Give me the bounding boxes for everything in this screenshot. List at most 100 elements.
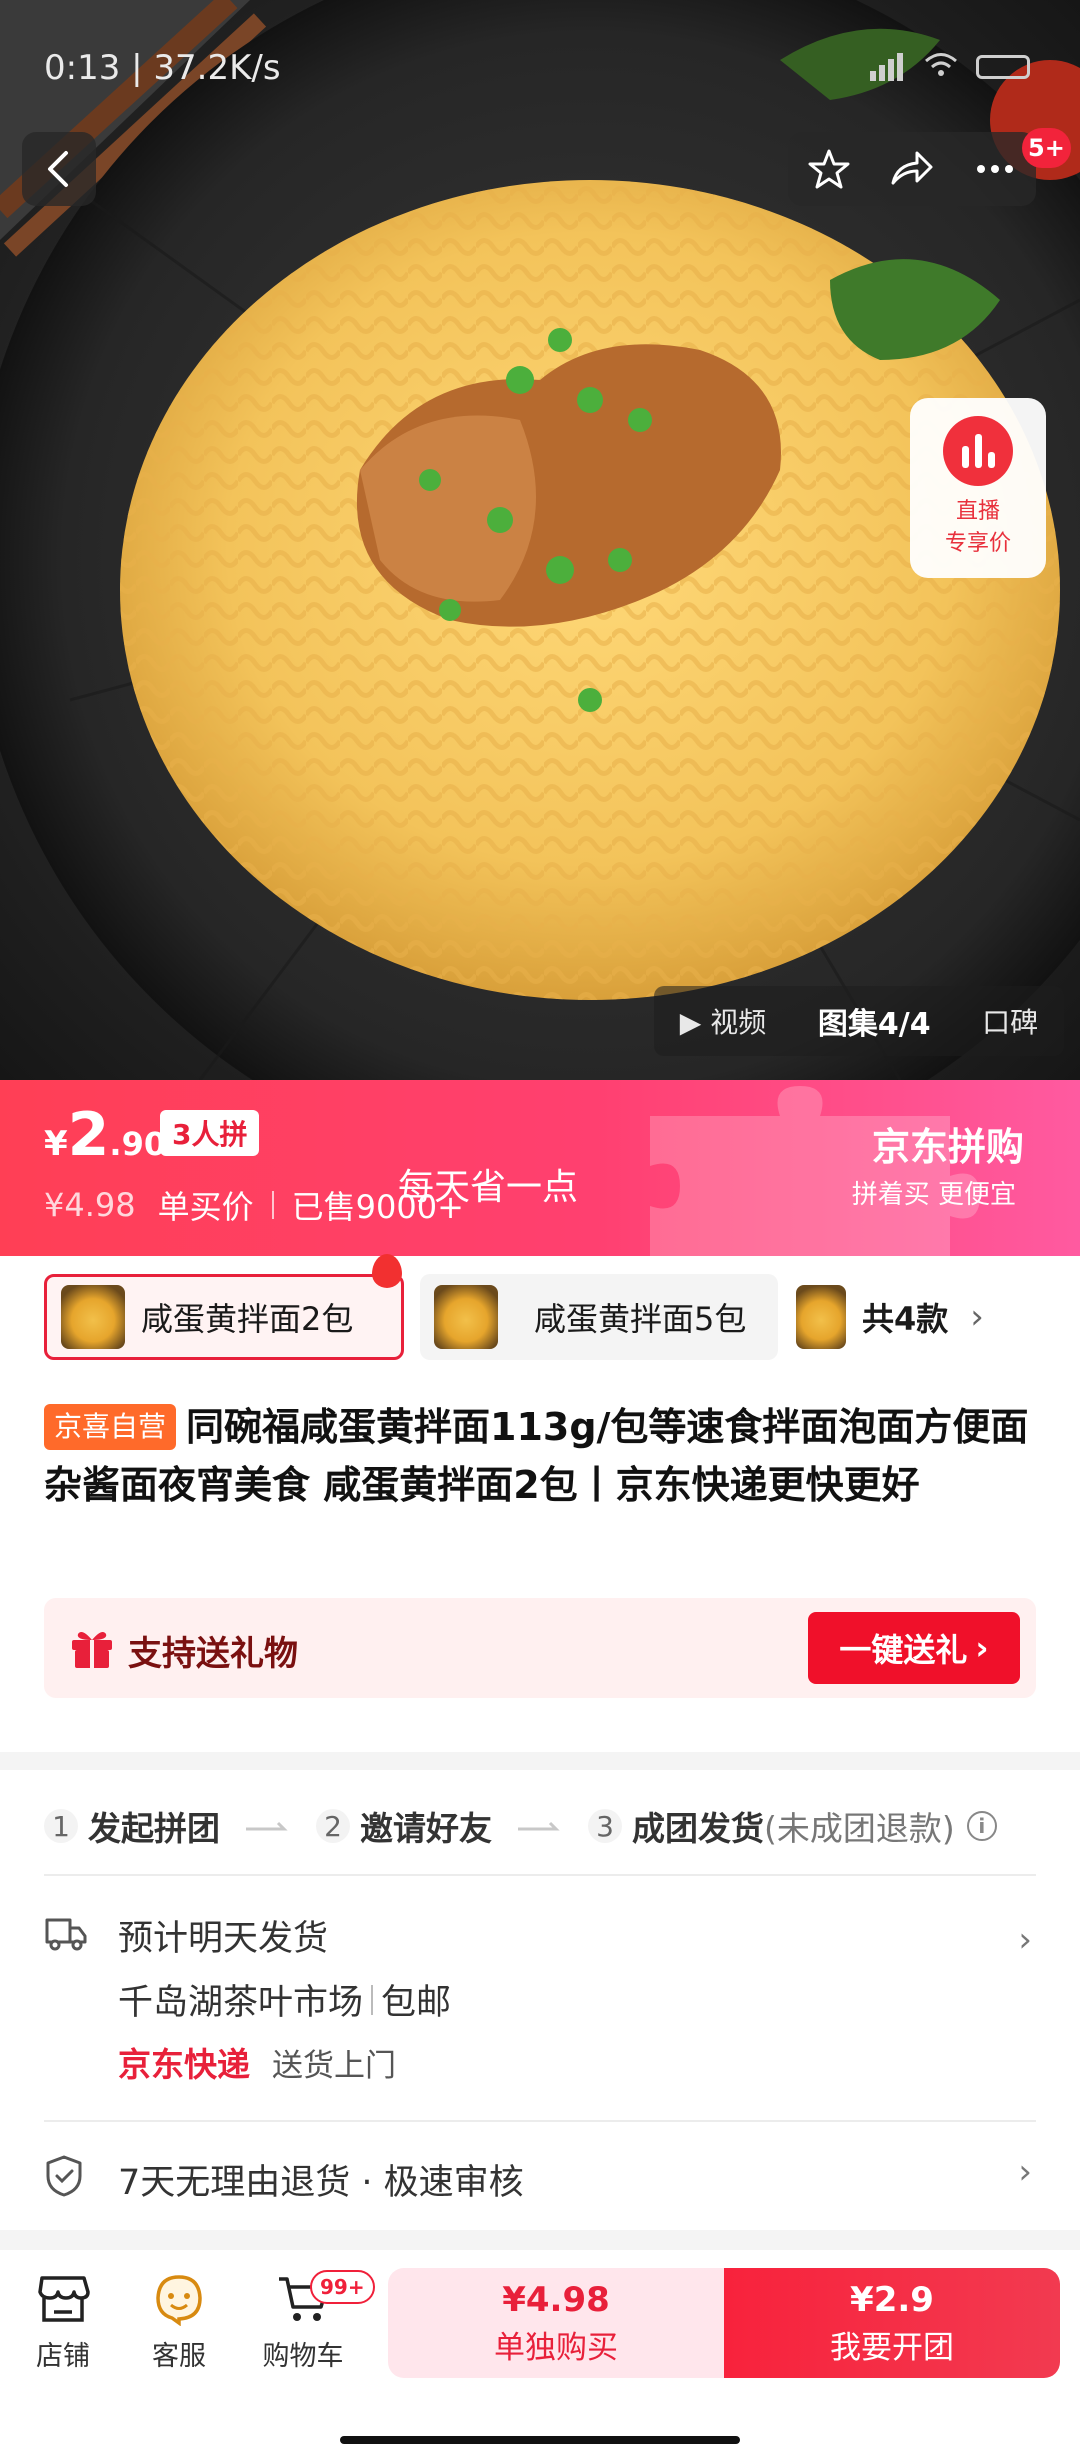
- bottom-action-bar: 店铺 客服 购物车 99+ ¥4.98 单独购买 ¥2.9 我要开团: [0, 2250, 1080, 2460]
- variant-label: 咸蛋黄拌面2包: [141, 1300, 354, 1338]
- live-icon: [943, 416, 1013, 486]
- customer-service-icon: [156, 2275, 202, 2326]
- group-buy-price: ¥2.9: [850, 2279, 934, 2320]
- play-icon: ▶: [679, 1006, 702, 1039]
- tab-video-label: 视频: [710, 1006, 767, 1039]
- section-separator: [0, 1752, 1080, 1770]
- step-number: 2: [316, 1809, 350, 1843]
- store-icon: [38, 2276, 90, 2322]
- step-start-group: 发起拼团: [88, 1809, 220, 1848]
- price-decimal: .90: [109, 1125, 167, 1163]
- gift-label: 支持送礼物: [128, 1634, 298, 1674]
- variant-thumbnail: [796, 1285, 846, 1349]
- tab-video[interactable]: ▶ 视频: [680, 1001, 766, 1041]
- chevron-right-icon: ›: [1018, 1920, 1032, 1960]
- variant-total: 共4款: [862, 1300, 949, 1338]
- arrow-right-icon: [518, 1821, 560, 1831]
- ship-origin: 千岛湖茶叶市场: [118, 1983, 364, 2023]
- cart-count-badge: 99+: [310, 2270, 375, 2304]
- back-button[interactable]: [22, 132, 96, 206]
- returns-text: 7天无理由退货 · 极速审核: [118, 2163, 524, 2203]
- buy-alone-label: 单独购买: [494, 2329, 618, 2366]
- store-label: 店铺: [36, 2341, 90, 2372]
- step-ship: 成团发货: [632, 1809, 764, 1848]
- product-detail-page: 0:13 | 37.2K/s 5+ 直播 专享价 ▶ 视频 图集4/4 口碑 ¥…: [0, 0, 1080, 2460]
- delivery-eta: 预计明天发货: [118, 1919, 329, 1959]
- variant-thumbnail: [434, 1285, 498, 1349]
- battery-icon: [976, 55, 1030, 79]
- gift-icon: [72, 1632, 112, 1668]
- divider: [44, 2120, 1036, 2122]
- step-number: 1: [44, 1809, 78, 1843]
- price-currency: ¥: [44, 1124, 68, 1164]
- share-button[interactable]: [877, 134, 947, 204]
- variant-label: 咸蛋黄拌面5包: [534, 1300, 747, 1338]
- cart-tab[interactable]: 购物车 99+: [248, 2264, 375, 2373]
- step-invite-friends: 邀请好友: [360, 1809, 492, 1848]
- returns-policy[interactable]: 7天无理由退货 · 极速审核 ›: [44, 2144, 1036, 2208]
- divider: [371, 1984, 374, 2015]
- product-title: 京喜自营 同碗福咸蛋黄拌面113g/包等速食拌面泡面方便面杂酱面夜宵美食 咸蛋黄拌…: [44, 1398, 1034, 1514]
- product-title-text: 同碗福咸蛋黄拌面113g/包等速食拌面泡面方便面杂酱面夜宵美食 咸蛋黄拌面2包丨…: [44, 1405, 1029, 1507]
- tab-reviews[interactable]: 口碑: [982, 1001, 1038, 1041]
- message-badge: 5+: [1022, 128, 1071, 168]
- brand-subtitle: 拼着买 更便宜: [851, 1180, 1016, 1210]
- arrow-right-icon: [246, 1821, 288, 1831]
- group-buy-steps[interactable]: 1 发起拼团 2 邀请好友 3 成团发货 (未成团退款) i: [44, 1790, 1036, 1862]
- store-tab[interactable]: 店铺: [8, 2264, 118, 2373]
- share-icon: [891, 151, 933, 185]
- gift-banner: 支持送礼物 一键送礼 ›: [44, 1598, 1036, 1698]
- info-icon[interactable]: i: [966, 1811, 997, 1841]
- price-integer: 2: [67, 1100, 110, 1170]
- truck-icon: [45, 1918, 87, 1951]
- variant-more-button[interactable]: 共4款 ›: [796, 1274, 1046, 1360]
- single-price: ¥4.98: [44, 1186, 136, 1224]
- chevron-right-icon: ›: [970, 1297, 984, 1337]
- send-gift-button[interactable]: 一键送礼 ›: [808, 1612, 1020, 1684]
- signal-icon: [870, 53, 906, 81]
- divider: [271, 1191, 274, 1219]
- more-button[interactable]: [960, 134, 1030, 204]
- variant-selector: 咸蛋黄拌面2包 咸蛋黄拌面5包 共4款 ›: [0, 1256, 1080, 1366]
- section-separator: [0, 2230, 1080, 2250]
- top-actions: [788, 132, 1036, 206]
- favorite-button[interactable]: [794, 134, 864, 204]
- star-icon: [808, 149, 850, 189]
- more-dots-icon: [976, 165, 1013, 173]
- live-sublabel: 专享价: [944, 531, 1011, 556]
- live-label: 直播: [955, 499, 1000, 524]
- group-buy-price-banner: ¥ 2 .90 3人拼 ¥4.98 单买价 已售9000+ 每天省一点 京东拼购…: [0, 1080, 1080, 1256]
- shield-check-icon: [46, 2155, 82, 2197]
- tab-gallery[interactable]: 图集4/4: [818, 999, 931, 1043]
- customer-service-tab[interactable]: 客服: [124, 2264, 234, 2373]
- chevron-right-icon: ›: [1018, 2152, 1032, 2192]
- self-operated-tag: 京喜自营: [44, 1404, 177, 1450]
- variant-option-1[interactable]: 咸蛋黄拌面2包: [44, 1274, 404, 1360]
- chevron-left-icon: [48, 151, 68, 187]
- group-price: ¥ 2 .90: [44, 1100, 166, 1170]
- wifi-icon: [924, 52, 958, 82]
- variant-option-2[interactable]: 咸蛋黄拌面5包: [420, 1274, 778, 1360]
- status-bar: 0:13 | 37.2K/s: [0, 0, 1080, 130]
- customer-service-label: 客服: [152, 2341, 206, 2372]
- media-tabs: ▶ 视频 图集4/4 口碑: [654, 986, 1064, 1056]
- brand-title: 京东拼购: [871, 1125, 1024, 1169]
- status-icons: [870, 52, 1030, 82]
- step-number: 3: [588, 1809, 622, 1843]
- delivery-origin-row: 千岛湖茶叶市场 包邮: [118, 1974, 451, 2025]
- carrier-row: 京东快递 送货上门: [118, 2038, 396, 2086]
- hot-flame-icon: [372, 1254, 402, 1288]
- start-group-label: 我要开团: [830, 2329, 954, 2366]
- divider: [44, 1874, 1036, 1876]
- start-group-button[interactable]: ¥2.9 我要开团: [724, 2268, 1060, 2378]
- status-time: 0:13 | 37.2K/s: [44, 48, 281, 88]
- delivery-info[interactable]: 预计明天发货 千岛湖茶叶市场 包邮 京东快递 送货上门 ›: [44, 1900, 1036, 2090]
- live-price-card[interactable]: 直播 专享价: [910, 398, 1046, 578]
- chevron-right-icon: ›: [975, 1629, 989, 1667]
- buy-alone-price: ¥4.98: [502, 2279, 610, 2320]
- slogan-text: 每天省一点: [398, 1167, 579, 1208]
- carrier-name: 京东快递: [118, 2045, 250, 2084]
- buy-alone-button[interactable]: ¥4.98 单独购买: [388, 2268, 724, 2378]
- home-indicator[interactable]: [340, 2436, 740, 2444]
- product-hero-image[interactable]: 0:13 | 37.2K/s 5+ 直播 专享价 ▶ 视频 图集4/4 口碑: [0, 0, 1080, 1080]
